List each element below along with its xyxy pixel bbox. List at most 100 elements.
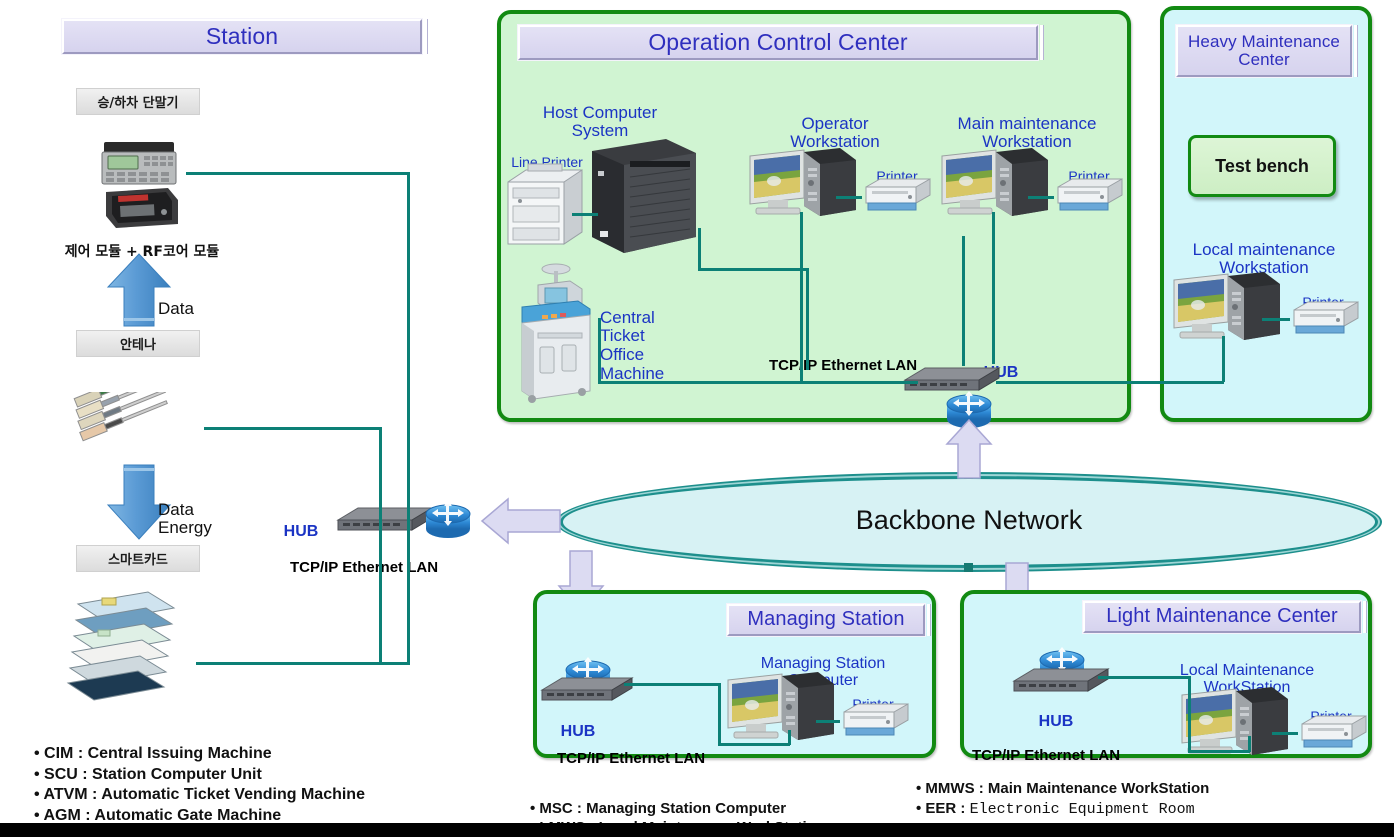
backbone-network-label: Backbone Network — [560, 505, 1378, 536]
station-title-text: Station — [205, 23, 279, 50]
station-smartcard-layers-icon — [62, 586, 192, 706]
link-lmc-hub-to-riser — [1098, 676, 1190, 679]
arrow-backbone-to-occ — [944, 418, 994, 480]
managing-station-computer-icon — [726, 672, 836, 744]
link-operator-ws-down — [800, 212, 803, 382]
occ-host-computer-label: Host Computer System — [515, 85, 685, 141]
managing-station-title-text: Managing Station — [747, 608, 905, 631]
legend-eer-line: • EER : Electronic Equipment Room — [916, 799, 1386, 820]
legend-mmws-line: • MMWS : Main Maintenance WorkStation — [916, 779, 1386, 799]
network-diagram-canvas: Station 승/하차 단말기 제어 모듈 + RF코어 모듈 Data 안테… — [0, 0, 1394, 837]
link-occ-hub-to-hmc — [996, 381, 1148, 384]
link-ms-computer-down — [788, 730, 791, 745]
station-rf-tags-icon — [62, 366, 212, 452]
occ-operator-workstation-icon — [748, 148, 858, 220]
occ-operator-workstation-label: Operator Workstation — [760, 96, 910, 152]
link-ms-riser-to-computer — [718, 743, 790, 746]
station-terminal-caption-text: 승/하차 단말기 — [97, 96, 179, 111]
link-lmc-ws-down — [1248, 736, 1251, 752]
station-title-banner: Station — [62, 19, 428, 54]
hmc-title-banner: Heavy Maintenance Center — [1176, 25, 1358, 77]
station-smartcard-caption: 스마트카드 — [76, 545, 200, 572]
occ-operator-printer-icon — [860, 175, 934, 215]
lmc-printer-icon — [1296, 712, 1370, 752]
link-hmc-ws-down — [1222, 336, 1225, 382]
occ-line-printer-icon — [504, 160, 586, 248]
station-terminal-caption: 승/하차 단말기 — [76, 88, 200, 115]
hmc-local-maintenance-workstation-icon — [1172, 272, 1282, 344]
station-lan-label-text: TCP/IP Ethernet LAN — [289, 558, 439, 576]
hmc-test-bench-box: Test bench — [1188, 135, 1336, 197]
link-operator-printer — [836, 196, 862, 199]
legend-eer-prefix: • EER : — [916, 799, 970, 817]
occ-main-maintenance-workstation-label: Main maintenance Workstation — [942, 96, 1112, 152]
lmc-title-banner: Light Maintenance Center — [1083, 601, 1367, 633]
station-data-energy-arrow-label-text: Data Energy — [158, 499, 212, 538]
link-lmc-riser — [1188, 676, 1191, 752]
occ-title-text: Operation Control Center — [648, 29, 908, 56]
link-occ-hub-riser — [962, 236, 965, 366]
station-hub-label: HUB — [272, 505, 330, 540]
link-ms-riser — [718, 683, 721, 745]
lmc-lan-label-text: TCP/IP Ethernet LAN — [971, 746, 1121, 764]
link-lmc-riser-to-ws — [1188, 750, 1250, 753]
occ-ctom-label-text: Central Ticket Office Machine — [600, 307, 665, 383]
link-mmws-printer — [1028, 196, 1054, 199]
managing-station-title-banner: Managing Station — [727, 604, 931, 636]
bottom-black-bar — [0, 823, 1394, 837]
link-riser-vertical-right — [407, 172, 410, 662]
link-lmc-ws-printer — [1272, 732, 1298, 735]
link-smartcard-to-riser — [196, 662, 410, 665]
lmc-lan-label: TCP/IP Ethernet LAN — [937, 731, 1155, 764]
legend-mmws-text: • MMWS : Main Maintenance WorkStation — [916, 780, 1210, 797]
occ-operator-workstation-label-text: Operator Workstation — [790, 113, 880, 152]
occ-title-banner: Operation Control Center — [518, 25, 1044, 60]
occ-host-computer-label-text: Host Computer System — [542, 102, 658, 141]
station-smartcard-caption-text: 스마트카드 — [108, 553, 168, 568]
occ-lan-label-text: TCP/IP Ethernet LAN — [768, 356, 918, 374]
link-ctom-up — [598, 318, 601, 382]
hmc-local-maintenance-workstation-label: Local maintenance Workstation — [1168, 222, 1360, 278]
station-data-arrow-label-text: Data — [158, 298, 194, 318]
station-terminal-device-icon — [98, 140, 184, 230]
link-terminal-to-riser — [186, 172, 410, 175]
station-antenna-caption: 안테나 — [76, 330, 200, 357]
backbone-network-label-text: Backbone Network — [855, 505, 1083, 535]
managing-station-lan-label: TCP/IP Ethernet LAN — [541, 734, 721, 767]
occ-main-maintenance-workstation-icon — [940, 148, 1050, 220]
link-mmws-down — [992, 212, 995, 364]
link-hmc-to-occ-bus — [1148, 381, 1224, 384]
managing-station-hub-switch-icon — [540, 672, 634, 706]
link-lineprinter-to-host — [572, 213, 598, 216]
link-host-down — [698, 228, 701, 270]
occ-main-maintenance-printer-icon — [1052, 175, 1126, 215]
hmc-printer-icon — [1288, 298, 1362, 338]
lmc-hub-switch-icon — [1012, 663, 1110, 697]
link-rftags-to-riser — [204, 427, 382, 430]
hmc-test-bench-label: Test bench — [1215, 155, 1309, 176]
link-ms-computer-printer — [816, 720, 840, 723]
occ-central-ticket-office-machine-icon — [512, 255, 602, 405]
link-ms-hub-to-riser — [624, 683, 720, 686]
station-hub-label-text: HUB — [283, 522, 319, 540]
lmc-workstation-icon — [1180, 687, 1290, 759]
hmc-title-text: Heavy Maintenance Center — [1188, 31, 1340, 69]
lmc-title-text: Light Maintenance Center — [1106, 605, 1338, 628]
managing-station-lan-label-text: TCP/IP Ethernet LAN — [556, 749, 706, 767]
arrow-backbone-to-station — [480, 496, 562, 546]
legend-bottom-column-2: • MMWS : Main Maintenance WorkStation • … — [916, 779, 1386, 819]
occ-main-maintenance-workstation-label-text: Main maintenance Workstation — [957, 113, 1097, 152]
link-occ-backbone-bus — [598, 381, 918, 384]
link-hmc-ws-printer — [1262, 318, 1290, 321]
legend-eer-expansion: Electronic Equipment Room — [969, 800, 1195, 818]
station-data-energy-arrow-label: Data Energy — [158, 482, 248, 538]
station-antenna-caption-text: 안테나 — [120, 338, 156, 353]
station-lan-label: TCP/IP Ethernet LAN — [264, 543, 464, 576]
lmc-hub-label-text: HUB — [1038, 712, 1074, 730]
backbone-node-bottom — [964, 563, 973, 572]
occ-ctom-label: Central Ticket Office Machine — [600, 290, 692, 383]
station-data-arrow-label: Data — [158, 281, 238, 318]
link-host-to-trunk — [698, 268, 808, 271]
link-host-trunk-down — [806, 268, 809, 370]
lmc-hub-label: HUB — [1026, 695, 1086, 730]
